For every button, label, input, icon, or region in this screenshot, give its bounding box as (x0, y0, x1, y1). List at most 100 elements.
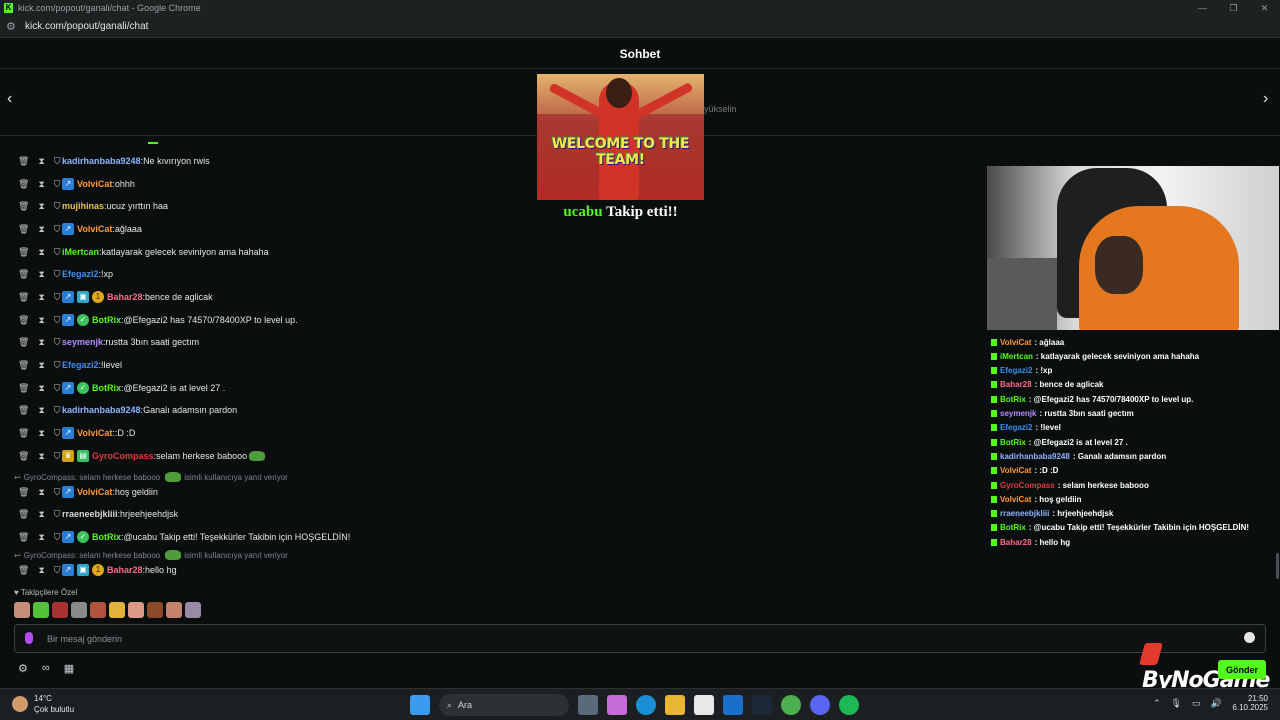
ban-icon[interactable]: ⛉ (54, 315, 61, 326)
timeout-icon[interactable]: ⧗ (38, 247, 44, 258)
file-explorer-icon[interactable] (665, 695, 685, 715)
copilot-icon[interactable] (607, 695, 627, 715)
ban-icon[interactable]: ⛉ (54, 247, 61, 258)
ban-icon[interactable]: ⛉ (54, 509, 61, 520)
taskbar-search[interactable]: ⌕ Ara (439, 694, 569, 716)
ban-icon[interactable]: ⛉ (54, 201, 61, 212)
trash-icon[interactable]: 🗑 (18, 201, 29, 212)
emote-icon[interactable] (14, 602, 30, 618)
ban-icon[interactable]: ⛉ (54, 532, 61, 543)
trash-icon[interactable]: 🗑 (18, 224, 29, 235)
chat-username[interactable]: BotRix (92, 315, 121, 325)
trash-icon[interactable]: 🗑 (18, 247, 29, 258)
chat-username[interactable]: Efegazi2 (62, 360, 99, 370)
emote-icon[interactable] (166, 602, 182, 618)
timeout-icon[interactable]: ⧗ (38, 383, 44, 394)
restore-button[interactable]: ❐ (1218, 0, 1249, 16)
infinity-icon[interactable]: ∞ (42, 662, 50, 675)
timeout-icon[interactable]: ⧗ (38, 292, 44, 303)
chat-username[interactable]: Bahar28 (107, 565, 143, 575)
trash-icon[interactable]: 🗑 (18, 269, 29, 280)
ban-icon[interactable]: ⛉ (54, 337, 61, 348)
ban-icon[interactable]: ⛉ (54, 565, 61, 576)
ban-icon[interactable]: ⛉ (54, 292, 61, 303)
scrollbar[interactable] (1276, 553, 1279, 579)
chat-username[interactable]: VolviCat (77, 487, 112, 497)
chat-username[interactable]: Efegazi2 (62, 269, 99, 279)
trash-icon[interactable]: 🗑 (18, 315, 29, 326)
settings-icon[interactable]: ⚙ (18, 662, 28, 675)
chat-username[interactable]: kadirhanbaba9248 (62, 156, 141, 166)
chat-username[interactable]: seymenjk (62, 337, 103, 347)
timeout-icon[interactable]: ⧗ (38, 360, 44, 371)
trash-icon[interactable]: 🗑 (18, 509, 29, 520)
microphone-tray-icon[interactable]: 🎙 (1171, 698, 1182, 709)
send-button[interactable]: Gönder (1218, 660, 1266, 679)
chat-username[interactable]: VolviCat (77, 179, 112, 189)
emote-icon[interactable] (185, 602, 201, 618)
ban-icon[interactable]: ⛉ (54, 487, 61, 498)
trash-icon[interactable]: 🗑 (18, 565, 29, 576)
chat-username[interactable]: rraeneebjkliii (62, 509, 118, 519)
chat-username[interactable]: Bahar28 (107, 292, 143, 302)
chrome-icon[interactable] (781, 695, 801, 715)
ban-icon[interactable]: ⛉ (54, 156, 61, 167)
chevron-right-icon[interactable]: › (1263, 90, 1268, 108)
trash-icon[interactable]: 🗑 (18, 383, 29, 394)
trash-icon[interactable]: 🗑 (18, 428, 29, 439)
store-icon[interactable]: ▦ (64, 662, 74, 675)
address-bar[interactable]: ⚙ kick.com/popout/ganali/chat (0, 16, 1280, 38)
windows-start-icon[interactable] (410, 695, 430, 715)
url-text[interactable]: kick.com/popout/ganali/chat (25, 21, 148, 32)
timeout-icon[interactable]: ⧗ (38, 224, 44, 235)
display-icon[interactable]: ▭ (1192, 698, 1201, 709)
discord-icon[interactable] (810, 695, 830, 715)
timeout-icon[interactable]: ⧗ (38, 405, 44, 416)
emote-icon[interactable] (128, 602, 144, 618)
trash-icon[interactable]: 🗑 (18, 179, 29, 190)
trash-icon[interactable]: 🗑 (18, 532, 29, 543)
emote-icon[interactable] (90, 602, 106, 618)
task-view-icon[interactable] (578, 695, 598, 715)
chat-message-input[interactable] (47, 631, 1227, 647)
emoji-picker-icon[interactable] (1244, 632, 1255, 643)
volume-icon[interactable]: 🔊 (1211, 698, 1222, 709)
timeout-icon[interactable]: ⧗ (38, 179, 44, 190)
clock[interactable]: 21:50 6.10.2025 (1228, 694, 1268, 712)
emote-icon[interactable] (33, 602, 49, 618)
emote-icon[interactable] (52, 602, 68, 618)
ban-icon[interactable]: ⛉ (54, 360, 61, 371)
close-button[interactable]: ✕ (1249, 0, 1280, 16)
ban-icon[interactable]: ⛉ (54, 269, 61, 280)
trash-icon[interactable]: 🗑 (18, 337, 29, 348)
timeout-icon[interactable]: ⧗ (38, 532, 44, 543)
minimize-button[interactable]: — (1187, 0, 1218, 16)
emote-icon[interactable] (109, 602, 125, 618)
ban-icon[interactable]: ⛉ (54, 428, 61, 439)
chat-username[interactable]: mujihinas (62, 201, 104, 211)
edge-icon[interactable] (636, 695, 656, 715)
chat-username[interactable]: iMertcan (62, 247, 99, 257)
timeout-icon[interactable]: ⧗ (38, 315, 44, 326)
timeout-icon[interactable]: ⧗ (38, 156, 44, 167)
timeout-icon[interactable]: ⧗ (38, 201, 44, 212)
chevron-left-icon[interactable]: ‹ (7, 90, 12, 108)
chat-username[interactable]: VolviCat (77, 224, 112, 234)
trash-icon[interactable]: 🗑 (18, 292, 29, 303)
trash-icon[interactable]: 🗑 (18, 451, 29, 462)
chat-username[interactable]: GyroCompass (92, 451, 154, 461)
timeout-icon[interactable]: ⧗ (38, 269, 44, 280)
chevron-up-icon[interactable]: ⌃ (1153, 698, 1161, 709)
ban-icon[interactable]: ⛉ (54, 224, 61, 235)
emote-icon[interactable] (147, 602, 163, 618)
ban-icon[interactable]: ⛉ (54, 405, 61, 416)
chat-username[interactable]: BotRix (92, 383, 121, 393)
ban-icon[interactable]: ⛉ (54, 179, 61, 190)
outlook-icon[interactable] (723, 695, 743, 715)
timeout-icon[interactable]: ⧗ (38, 337, 44, 348)
timeout-icon[interactable]: ⧗ (38, 451, 44, 462)
timeout-icon[interactable]: ⧗ (38, 428, 44, 439)
chat-username[interactable]: kadirhanbaba9248 (62, 405, 141, 415)
store-app-icon[interactable] (694, 695, 714, 715)
trash-icon[interactable]: 🗑 (18, 156, 29, 167)
